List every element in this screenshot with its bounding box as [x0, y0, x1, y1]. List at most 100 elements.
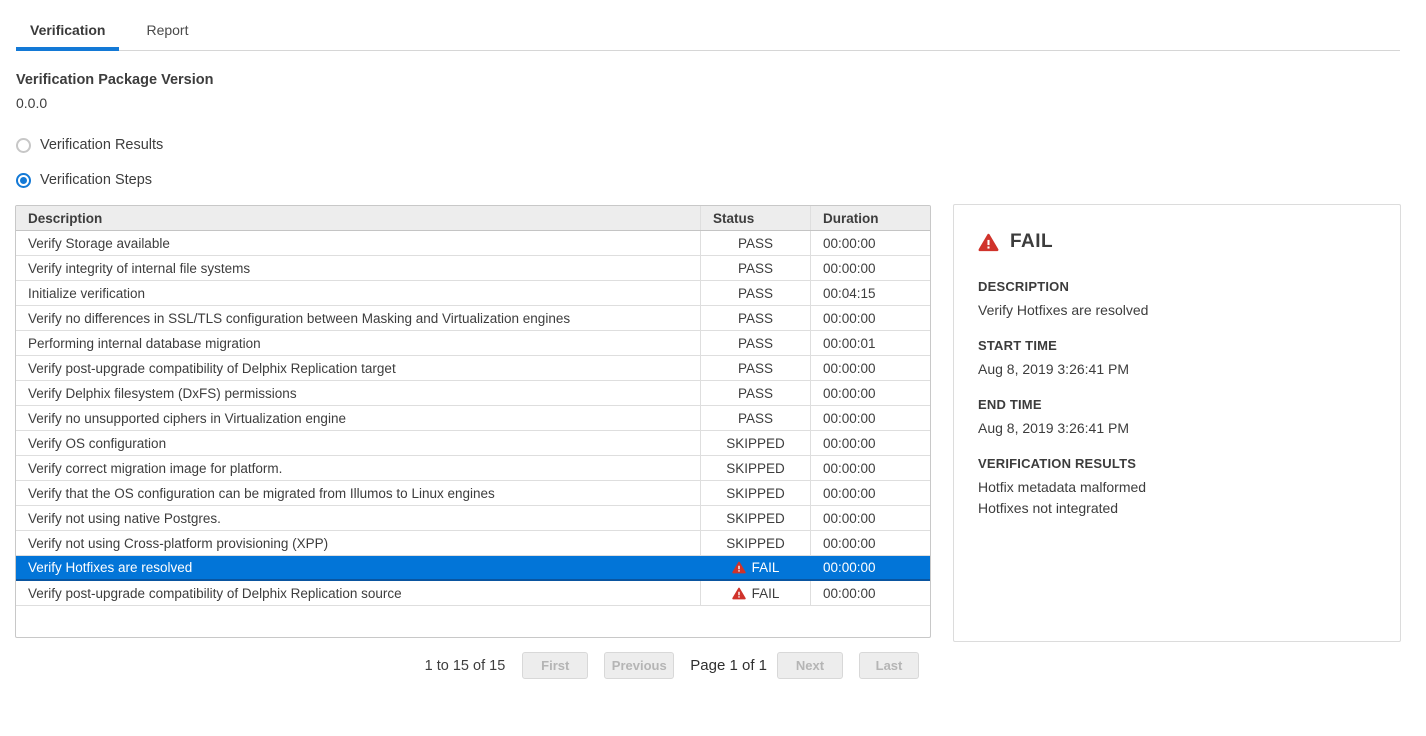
step-duration: 00:00:00: [810, 306, 930, 330]
fail-warning-icon: [732, 561, 746, 574]
radio-selected-icon[interactable]: [16, 173, 31, 188]
radio-unselected-icon[interactable]: [16, 138, 31, 153]
radio-dot: [20, 177, 27, 184]
step-status: PASS: [700, 231, 810, 255]
step-status: PASS: [700, 281, 810, 305]
table-row[interactable]: Verify Storage availablePASS00:00:00: [16, 231, 930, 256]
main-area: DescriptionStatusDurationVerify Storage …: [15, 205, 1426, 679]
step-duration: 00:00:00: [810, 456, 930, 480]
package-version-value: 0.0.0: [16, 95, 1426, 111]
step-status-text: PASS: [738, 311, 773, 326]
step-duration: 00:00:00: [810, 406, 930, 430]
detail-section-value: Aug 8, 2019 3:26:41 PM: [978, 418, 1376, 439]
table-row[interactable]: Verify Hotfixes are resolvedFAIL00:00:00: [16, 556, 930, 581]
first-page-button[interactable]: First: [522, 652, 588, 679]
step-status-text: SKIPPED: [726, 461, 785, 476]
step-status: PASS: [700, 256, 810, 280]
last-page-button[interactable]: Last: [859, 652, 919, 679]
steps-table-column: DescriptionStatusDurationVerify Storage …: [15, 205, 931, 679]
step-description: Verify post-upgrade compatibility of Del…: [16, 356, 700, 380]
detail-section-label: VERIFICATION RESULTS: [978, 456, 1376, 471]
detail-section-description: DESCRIPTION Verify Hotfixes are resolved: [978, 279, 1376, 321]
table-row[interactable]: Verify post-upgrade compatibility of Del…: [16, 581, 930, 606]
step-description: Performing internal database migration: [16, 331, 700, 355]
step-duration: 00:00:00: [810, 581, 930, 605]
column-header-duration: Duration: [810, 206, 930, 230]
step-status: FAIL: [700, 556, 810, 579]
fail-warning-icon: [978, 233, 999, 252]
table-row[interactable]: Verify OS configurationSKIPPED00:00:00: [16, 431, 930, 456]
step-status-text: PASS: [738, 361, 773, 376]
step-description: Verify not using Cross-platform provisio…: [16, 531, 700, 555]
step-status: PASS: [700, 406, 810, 430]
column-header-description: Description: [16, 206, 700, 230]
detail-section-start-time: START TIMEAug 8, 2019 3:26:41 PM: [978, 338, 1376, 380]
radio-option-verification-results[interactable]: Verification Results: [16, 135, 1426, 155]
detail-sections: DESCRIPTION Verify Hotfixes are resolved S…: [978, 279, 1376, 519]
column-header-status: Status: [700, 206, 810, 230]
table-header-row: DescriptionStatusDuration: [16, 206, 930, 231]
step-status-text: PASS: [738, 261, 773, 276]
step-description: Verify that the OS configuration can be …: [16, 481, 700, 505]
detail-section-label: END TIME: [978, 397, 1376, 412]
view-options-radio-group: Verification Results Verification Steps: [16, 135, 1426, 190]
radio-option-label: Verification Steps: [40, 172, 152, 188]
step-duration: 00:00:00: [810, 531, 930, 555]
step-status-text: PASS: [738, 336, 773, 351]
table-row[interactable]: Verify not using native Postgres.SKIPPED…: [16, 506, 930, 531]
step-status-text: PASS: [738, 286, 773, 301]
step-duration: 00:00:00: [810, 256, 930, 280]
step-status: FAIL: [700, 581, 810, 605]
pagination-page-text: Page 1 of 1: [690, 657, 767, 674]
step-detail-panel: FAIL DESCRIPTIONVerify Hotfixes are reso…: [953, 204, 1401, 642]
table-row[interactable]: Verify Delphix filesystem (DxFS) permiss…: [16, 381, 930, 406]
detail-section-value: Hotfixes not integrated: [978, 498, 1376, 519]
detail-section-label: DESCRIPTION: [978, 279, 1376, 294]
table-row[interactable]: Verify integrity of internal file system…: [16, 256, 930, 281]
step-description: Verify correct migration image for platf…: [16, 456, 700, 480]
step-duration: 00:00:00: [810, 506, 930, 530]
step-status: PASS: [700, 306, 810, 330]
detail-section-verification-results: VERIFICATION RESULTSHotfix metadata malf…: [978, 456, 1376, 519]
step-description: Verify not using native Postgres.: [16, 506, 700, 530]
next-page-button[interactable]: Next: [777, 652, 843, 679]
tab-verification[interactable]: Verification: [16, 15, 119, 51]
step-duration: 00:00:01: [810, 331, 930, 355]
detail-section-value: Aug 8, 2019 3:26:41 PM: [978, 359, 1376, 380]
step-duration: 00:00:00: [810, 431, 930, 455]
pagination-range-text: 1 to 15 of 15: [425, 658, 506, 674]
step-status-text: PASS: [738, 411, 773, 426]
step-status: SKIPPED: [700, 481, 810, 505]
step-status-text: PASS: [738, 386, 773, 401]
step-duration: 00:04:15: [810, 281, 930, 305]
table-row[interactable]: Verify post-upgrade compatibility of Del…: [16, 356, 930, 381]
table-row[interactable]: Verify no unsupported ciphers in Virtual…: [16, 406, 930, 431]
step-status-text: SKIPPED: [726, 536, 785, 551]
table-row[interactable]: Verify no differences in SSL/TLS configu…: [16, 306, 930, 331]
detail-section-end-time: END TIME Aug 8, 2019 3:26:41 PM: [978, 397, 1376, 439]
table-row[interactable]: Verify not using Cross-platform provisio…: [16, 531, 930, 556]
tab-report[interactable]: Report: [119, 15, 215, 51]
pagination-bar: 1 to 15 of 15 First Previous Page 1 of 1…: [15, 652, 931, 679]
table-row[interactable]: Verify that the OS configuration can be …: [16, 481, 930, 506]
step-status-text: FAIL: [752, 586, 780, 601]
step-description: Initialize verification: [16, 281, 700, 305]
radio-option-verification-steps[interactable]: Verification Steps: [16, 170, 1426, 190]
table-row[interactable]: Performing internal database migration PA…: [16, 331, 930, 356]
verification-steps-table: DescriptionStatusDurationVerify Storage …: [15, 205, 931, 638]
detail-section-value: Verify Hotfixes are resolved: [978, 300, 1376, 321]
step-description: Verify Delphix filesystem (DxFS) permiss…: [16, 381, 700, 405]
table-row[interactable]: Initialize verification PASS 00:04:15: [16, 281, 930, 306]
step-duration: 00:00:00: [810, 381, 930, 405]
step-description: Verify integrity of internal file system…: [16, 256, 700, 280]
step-status: SKIPPED: [700, 456, 810, 480]
step-description: Verify Hotfixes are resolved: [16, 556, 700, 579]
step-description: Verify no differences in SSL/TLS configu…: [16, 306, 700, 330]
step-duration: 00:00:00: [810, 356, 930, 380]
table-row[interactable]: Verify correct migration image for platf…: [16, 456, 930, 481]
step-status: PASS: [700, 381, 810, 405]
step-status: SKIPPED: [700, 531, 810, 555]
step-status-text: FAIL: [752, 560, 780, 575]
previous-page-button[interactable]: Previous: [604, 652, 674, 679]
tab-bar: VerificationReport: [16, 15, 1400, 51]
